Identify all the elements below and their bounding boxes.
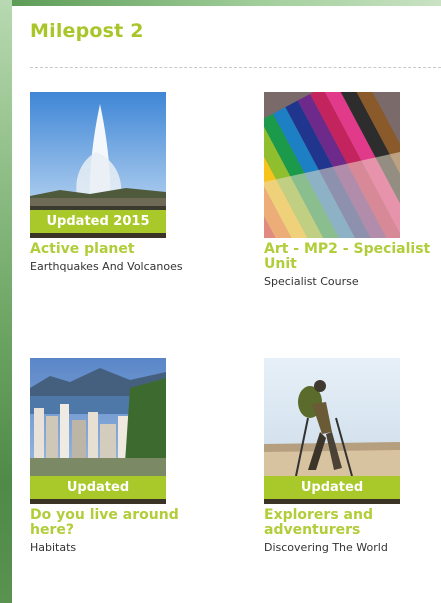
- course-subtitle: Discovering The World: [264, 541, 388, 554]
- course-thumbnail[interactable]: [264, 92, 400, 238]
- course-card-link[interactable]: Updated Do you live around here?: [30, 358, 205, 538]
- updated-badge: Updated: [264, 476, 400, 499]
- thumbnail-foot: [30, 233, 166, 238]
- course-title[interactable]: Active planet: [30, 242, 205, 257]
- course-subtitle: Earthquakes And Volcanoes: [30, 260, 183, 273]
- course-card-art[interactable]: Art - MP2 - Specialist Unit Specialist C…: [264, 92, 439, 288]
- content-panel: Milepost 2 Updated 2015 Active planet Ea…: [12, 6, 441, 603]
- course-title[interactable]: Art - MP2 - Specialist Unit: [264, 242, 439, 272]
- course-subtitle: Specialist Course: [264, 275, 359, 288]
- course-thumbnail[interactable]: Updated: [264, 358, 400, 504]
- course-card-active-planet[interactable]: Updated 2015 Active planet Earthquakes A…: [30, 92, 205, 273]
- course-subtitle: Habitats: [30, 541, 77, 554]
- course-card-link[interactable]: Updated Explorers and adventurers: [264, 358, 439, 538]
- thumbnail-foot: [264, 499, 400, 504]
- course-thumbnail[interactable]: Updated: [30, 358, 166, 504]
- course-card-link[interactable]: Updated 2015 Active planet: [30, 92, 205, 257]
- updated-badge: Updated: [30, 476, 166, 499]
- course-card-link[interactable]: Art - MP2 - Specialist Unit: [264, 92, 439, 272]
- colored-pencils-photo: [264, 92, 400, 238]
- course-title[interactable]: Explorers and adventurers: [264, 508, 439, 538]
- frame-left: [0, 0, 12, 603]
- section-divider: [30, 67, 441, 68]
- updated-badge: Updated 2015: [30, 210, 166, 233]
- course-card-habitats[interactable]: Updated Do you live around here? Habitat…: [30, 358, 205, 554]
- thumbnail-foot: [30, 499, 166, 504]
- course-title[interactable]: Do you live around here?: [30, 508, 205, 538]
- section-title: Milepost 2: [30, 20, 144, 42]
- course-card-explorers[interactable]: Updated Explorers and adventurers Discov…: [264, 358, 439, 554]
- course-thumbnail[interactable]: Updated 2015: [30, 92, 166, 238]
